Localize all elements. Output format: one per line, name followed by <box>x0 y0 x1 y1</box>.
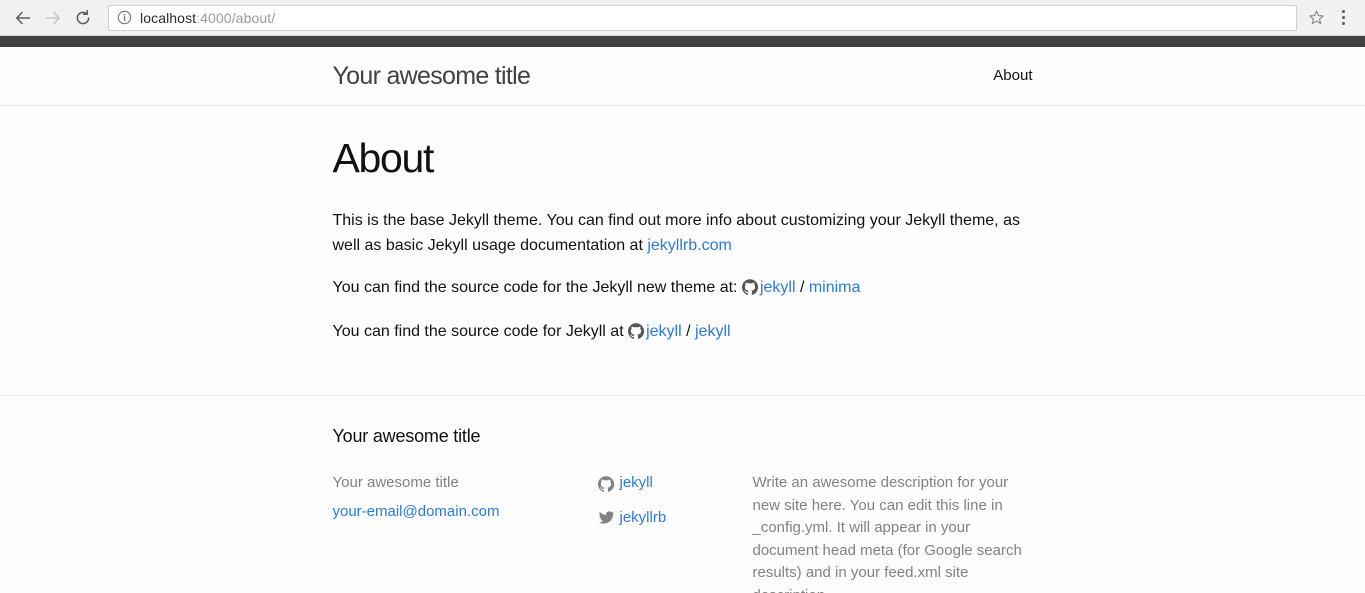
site-title-link[interactable]: Your awesome title <box>333 49 531 103</box>
paragraph-jekyll-source-text: You can find the source code for Jekyll … <box>332 323 629 341</box>
contact-name: Your awesome title <box>332 474 459 492</box>
menu-dot <box>1341 10 1345 13</box>
site-footer: Your awesome title Your awesome title yo… <box>0 395 1365 593</box>
paragraph-jekyll-source: You can find the source code for Jekyll … <box>333 320 1033 348</box>
url-text: localhost:4000/about/ <box>140 10 275 26</box>
address-bar[interactable]: localhost:4000/about/ <box>108 4 1297 31</box>
social-link-twitter[interactable]: jekyllrb <box>620 507 667 530</box>
reload-icon <box>76 9 90 24</box>
info-circle-icon[interactable] <box>117 10 132 25</box>
contact-email-item: your-email@domain.com <box>333 501 598 524</box>
theme-top-bar <box>0 36 1365 47</box>
social-list: jekyll jekyllrb <box>597 472 753 530</box>
contact-email-link[interactable]: your-email@domain.com <box>333 503 500 520</box>
github-icon <box>741 278 759 304</box>
reload-button[interactable] <box>68 4 98 32</box>
link-minima-repo[interactable]: minima <box>809 279 861 296</box>
site-nav: About <box>993 65 1032 88</box>
page-viewport: Your awesome title About About This is t… <box>0 36 1365 593</box>
post-content: This is the base Jekyll theme. You can f… <box>333 209 1033 348</box>
paragraph-theme-source-text: You can find the source code for the Jek… <box>332 278 742 296</box>
social-item-twitter[interactable]: jekyllrb <box>598 507 753 530</box>
footer-heading: Your awesome title <box>332 426 481 447</box>
twitter-icon <box>598 511 614 525</box>
back-button[interactable] <box>8 4 38 32</box>
footer-description: Write an awesome description for your ne… <box>752 474 1022 593</box>
footer-contact-column: Your awesome title your-email@domain.com <box>333 472 598 593</box>
github-icon <box>597 475 614 492</box>
menu-dot <box>1341 22 1345 25</box>
link-separator: / <box>795 278 809 296</box>
forward-arrow-icon <box>45 11 60 24</box>
link-separator: / <box>681 323 695 341</box>
browser-menu-button[interactable] <box>1329 4 1357 32</box>
footer-social-column: jekyll jekyllrb <box>597 472 753 593</box>
site-header: Your awesome title About <box>0 47 1365 106</box>
link-jekyllrb-com[interactable]: jekyllrb.com <box>647 237 731 254</box>
social-item-github[interactable]: jekyll <box>597 472 753 495</box>
footer-description-column: Write an awesome description for your ne… <box>753 472 1033 593</box>
page-title: About <box>332 135 435 181</box>
link-jekyll-org-2[interactable]: jekyll <box>646 323 682 340</box>
bookmark-button[interactable] <box>1303 5 1329 31</box>
browser-toolbar: localhost:4000/about/ <box>0 0 1365 36</box>
github-icon <box>628 323 645 348</box>
footer-columns: Your awesome title your-email@domain.com… <box>333 472 1033 593</box>
bookmark-star-icon <box>1308 10 1324 25</box>
nav-link-about[interactable]: About <box>993 65 1032 88</box>
url-host: localhost <box>140 9 197 26</box>
contact-list: Your awesome title your-email@domain.com <box>333 472 598 523</box>
menu-dot <box>1341 16 1345 19</box>
forward-button[interactable] <box>38 4 68 32</box>
url-path: :4000/about/ <box>196 9 276 26</box>
link-jekyll-org[interactable]: jekyll <box>760 279 796 296</box>
back-arrow-icon <box>16 11 31 24</box>
link-jekyll-repo[interactable]: jekyll <box>695 323 731 340</box>
page-content: About This is the base Jekyll theme. You… <box>0 106 1365 395</box>
paragraph-intro: This is the base Jekyll theme. You can f… <box>333 209 1033 259</box>
social-link-github[interactable]: jekyll <box>620 472 653 495</box>
paragraph-theme-source: You can find the source code for the Jek… <box>333 276 1033 304</box>
